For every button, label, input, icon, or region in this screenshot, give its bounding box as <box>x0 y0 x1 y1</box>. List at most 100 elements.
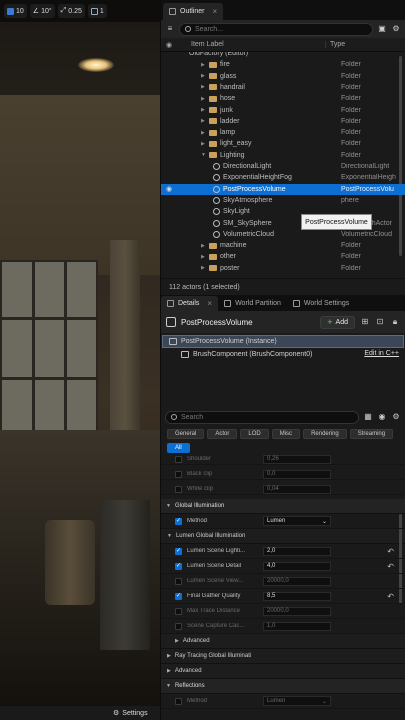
outliner-folder-row[interactable]: ▶ glass Folder <box>161 71 405 82</box>
close-icon[interactable]: × <box>213 7 218 16</box>
level-viewport[interactable]: 10 ∠ 10° ⤢ 0.25 1 ⚙ Settings <box>0 0 160 720</box>
override-checkbox[interactable] <box>175 455 182 463</box>
settings-icon[interactable]: ⊡ <box>375 317 385 327</box>
settings-icon[interactable]: ⚙ <box>391 412 401 422</box>
outliner-folder-row[interactable]: ▶ handrail Folder <box>161 82 405 93</box>
outliner-folder-row[interactable]: ▶ junk Folder <box>161 105 405 116</box>
filter-streaming[interactable]: Streaming <box>349 429 394 439</box>
tab-world-settings[interactable]: World Settings <box>287 296 355 311</box>
outliner-folder-row[interactable]: ▶ machine Folder <box>161 240 405 251</box>
expand-arrow-icon[interactable]: ▶ <box>201 62 206 68</box>
outliner-search-input[interactable]: Search... <box>179 22 373 36</box>
override-checkbox[interactable] <box>175 517 182 525</box>
property-value-field[interactable]: 0,04 <box>263 484 331 494</box>
expand-arrow-icon[interactable]: ▶ <box>201 73 206 79</box>
visibility-eye-icon[interactable]: ◉ <box>161 185 177 193</box>
reset-arrow-icon[interactable]: ↶ <box>387 547 394 556</box>
eye-icon[interactable]: ◉ <box>377 412 387 422</box>
item-label-column[interactable]: Item Label <box>177 41 325 48</box>
override-checkbox[interactable] <box>175 622 182 630</box>
reset-arrow-icon[interactable]: ↶ <box>387 562 394 571</box>
outliner-actor-row[interactable]: SkyAtmosphere phere <box>161 195 405 206</box>
override-checkbox[interactable] <box>175 470 182 478</box>
visibility-column-icon[interactable]: ◉ <box>161 41 177 49</box>
outliner-folder-row[interactable]: ▼ Lighting Folder <box>161 150 405 161</box>
section-lumen-gi[interactable]: ▼ Lumen Global Illumination <box>161 529 405 544</box>
expand-arrow-icon[interactable]: ▶ <box>201 107 206 113</box>
expand-arrow-icon[interactable]: ▶ <box>201 84 206 90</box>
property-value-field[interactable]: 1,0 <box>263 621 331 631</box>
outliner-folder-row[interactable]: ▶ lamp Folder <box>161 127 405 138</box>
filter-lod[interactable]: LOD <box>240 429 269 439</box>
outliner-folder-row[interactable]: ▶ light_easy Folder <box>161 138 405 149</box>
tab-world-partition[interactable]: World Partition <box>218 296 287 311</box>
section-advanced-2[interactable]: ▶ Advanced <box>161 664 405 679</box>
property-value-field[interactable]: 0,0 <box>263 469 331 479</box>
add-folder-icon[interactable]: ▣ <box>377 24 387 34</box>
override-checkbox[interactable] <box>175 607 182 615</box>
filter-misc[interactable]: Misc <box>271 429 301 439</box>
property-value-field[interactable]: 0,26 <box>263 454 331 464</box>
filter-actor[interactable]: Actor <box>207 429 238 439</box>
outliner-actor-row[interactable]: VolumetricCloud VolumetricCloud <box>161 229 405 240</box>
rotation-snap-button[interactable]: ∠ 10° <box>29 4 55 18</box>
outliner-actor-row[interactable]: ◉ PostProcessVolume PostProcessVolu <box>161 183 405 195</box>
override-checkbox[interactable] <box>175 547 182 555</box>
close-icon[interactable]: × <box>207 299 212 308</box>
collapse-arrow-icon[interactable]: ▼ <box>201 152 206 158</box>
override-checkbox[interactable] <box>175 562 182 570</box>
property-value-field[interactable]: 2,0 <box>263 546 331 556</box>
outliner-folder-row[interactable]: ▶ ladder Folder <box>161 116 405 127</box>
outliner-root-row[interactable]: OldFactory (Editor) <box>161 52 405 59</box>
override-checkbox[interactable] <box>175 592 182 600</box>
property-value-field[interactable]: 20000,0 <box>263 576 331 586</box>
expand-arrow-icon[interactable]: ▶ <box>201 130 206 136</box>
component-instance-row[interactable]: PostProcessVolume (Instance) <box>162 335 404 348</box>
filter-all[interactable]: All <box>167 443 190 453</box>
plus-icon: + <box>327 317 333 327</box>
property-value-field[interactable]: 4,0 <box>263 561 331 571</box>
scale-snap-button[interactable]: ⤢ 0.25 <box>57 4 85 18</box>
filter-general[interactable]: General <box>167 429 205 439</box>
expand-arrow-icon[interactable]: ▶ <box>201 141 206 147</box>
settings-icon[interactable]: ⚙ <box>391 24 401 34</box>
tab-outliner[interactable]: Outliner × <box>163 3 224 20</box>
outliner-tree[interactable]: OldFactory (Editor) ▶ fire Folder ▶ glass Fold… <box>161 52 405 278</box>
edit-in-cpp-link[interactable]: Edit in C++ <box>364 350 399 357</box>
override-checkbox[interactable] <box>175 485 182 493</box>
add-component-button[interactable]: + Add <box>320 315 355 329</box>
type-column[interactable]: Type <box>325 41 405 48</box>
grid-snap-button[interactable]: 10 <box>4 4 27 18</box>
details-search-input[interactable]: Search <box>165 410 359 424</box>
outliner-folder-row[interactable]: ▶ poster Folder <box>161 263 405 274</box>
section-advanced[interactable]: ▶ Advanced <box>161 634 405 649</box>
property-value-field[interactable]: 8,5 <box>263 591 331 601</box>
property-value-field[interactable]: 20000,0 <box>263 606 331 616</box>
lock-icon[interactable]: 🔒︎ <box>390 317 400 327</box>
outliner-folder-row[interactable]: ▶ other Folder <box>161 251 405 262</box>
expand-arrow-icon[interactable]: ▶ <box>201 96 206 102</box>
expand-arrow-icon[interactable]: ▶ <box>201 243 206 249</box>
reset-arrow-icon[interactable]: ↶ <box>387 592 394 601</box>
outliner-actor-row[interactable]: ExponentialHeightFog ExponentialHeigh <box>161 172 405 183</box>
expand-arrow-icon[interactable]: ▶ <box>201 265 206 271</box>
section-ray-tracing-gi[interactable]: ▶ Ray Tracing Global Illuminati <box>161 649 405 664</box>
filter-icon[interactable]: ≡ <box>165 24 175 34</box>
blueprint-icon[interactable]: ⊞ <box>360 317 370 327</box>
reflection-method-select[interactable]: Lumen ⌄ <box>263 696 331 706</box>
outliner-folder-row[interactable]: ▶ fire Folder <box>161 59 405 70</box>
property-matrix-icon[interactable]: ▦ <box>363 412 373 422</box>
override-checkbox[interactable] <box>175 577 182 585</box>
viewport-settings-button[interactable]: ⚙ Settings <box>113 706 148 720</box>
section-reflections[interactable]: ▼ Reflections <box>161 679 405 694</box>
outliner-actor-row[interactable]: DirectionalLight DirectionalLight <box>161 161 405 172</box>
gi-method-select[interactable]: Lumen ⌄ <box>263 516 331 526</box>
tab-details[interactable]: Details × <box>161 296 219 311</box>
outliner-folder-row[interactable]: ▶ hose Folder <box>161 93 405 104</box>
expand-arrow-icon[interactable]: ▶ <box>201 118 206 124</box>
override-checkbox[interactable] <box>175 697 182 705</box>
expand-arrow-icon[interactable]: ▶ <box>201 254 206 260</box>
section-global-illumination[interactable]: ▼ Global Illumination <box>161 499 405 514</box>
camera-speed-button[interactable]: 1 <box>87 4 107 18</box>
filter-rendering[interactable]: Rendering <box>303 429 347 439</box>
